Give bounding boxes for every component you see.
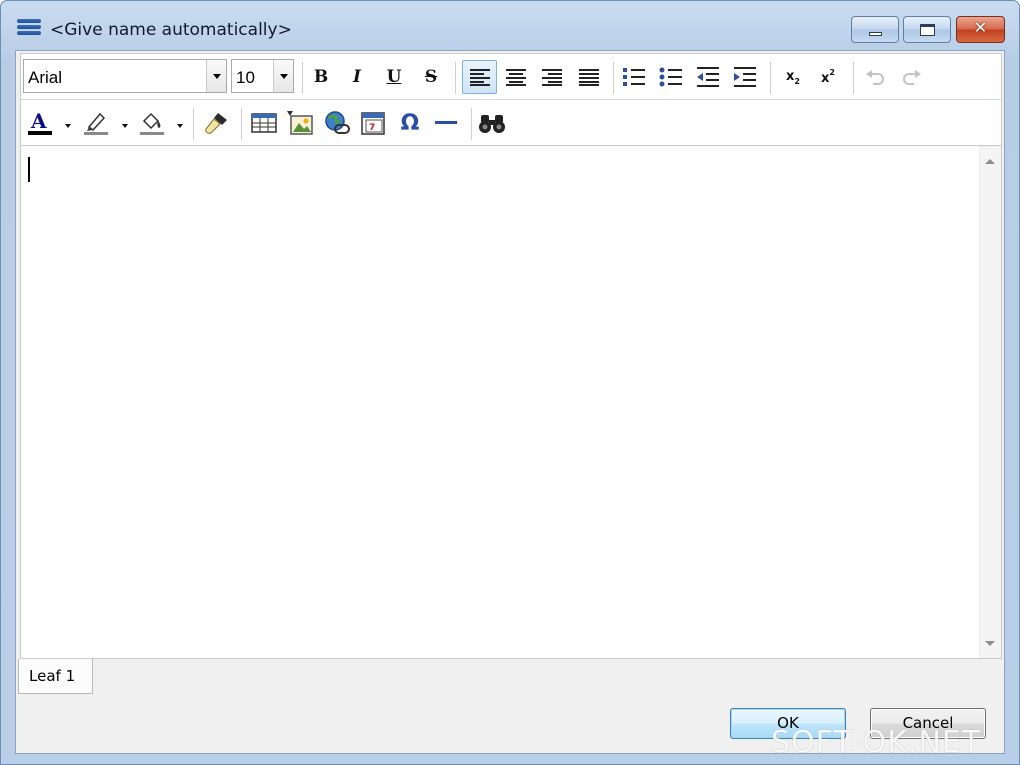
align-center-button[interactable] <box>501 62 531 92</box>
insert-horizontal-line-button[interactable] <box>431 108 461 138</box>
toolbar-separator <box>853 62 854 94</box>
align-left-button[interactable] <box>462 60 497 94</box>
date-icon: 7 <box>361 112 385 135</box>
insert-link-button[interactable] <box>322 108 352 138</box>
table-icon <box>251 113 277 133</box>
insert-special-character-button[interactable]: Ω <box>395 108 425 138</box>
align-left-icon <box>469 69 490 86</box>
bullet-list-icon <box>659 67 682 87</box>
scroll-down-icon[interactable] <box>985 641 995 646</box>
toolbar-separator <box>455 62 456 94</box>
title-bar[interactable]: <Give name automatically> ✕ <box>1 1 1019 45</box>
toolbar-separator <box>302 62 303 94</box>
text-cursor <box>28 157 30 182</box>
highlight-dropdown-icon[interactable] <box>122 124 128 128</box>
insert-date-button[interactable]: 7 <box>359 108 389 138</box>
underline-icon: U <box>386 67 402 87</box>
minimize-icon <box>869 32 882 36</box>
image-icon <box>287 111 313 135</box>
align-right-button[interactable] <box>537 62 567 92</box>
fill-color-button[interactable] <box>137 108 167 138</box>
bullet-list-button[interactable] <box>656 62 686 92</box>
subscript-index: 2 <box>794 76 800 86</box>
indent-icon <box>734 67 756 87</box>
toolbar-separator <box>193 108 194 140</box>
tab-leaf-1[interactable]: Leaf 1 <box>18 659 93 694</box>
superscript-button[interactable]: x2 <box>813 62 843 92</box>
maximize-button[interactable] <box>903 16 951 43</box>
fill-dropdown-icon[interactable] <box>177 124 183 128</box>
dialog-client-area: Arial 10 B I U S x2 x2 A 7 Ω Leaf 1 OK C… <box>15 50 1005 754</box>
strikethrough-icon: S <box>424 67 438 87</box>
font-color-button[interactable]: A <box>25 108 55 138</box>
font-size-value: 10 <box>236 68 255 87</box>
insert-table-button[interactable] <box>249 108 279 138</box>
font-color-icon: A <box>28 110 52 135</box>
toolbar-row-insert: A 7 Ω <box>21 100 1003 146</box>
scroll-up-icon[interactable] <box>985 159 995 164</box>
svg-text:A: A <box>30 110 47 133</box>
chevron-down-icon[interactable] <box>206 60 226 92</box>
font-size-select[interactable]: 10 <box>231 59 294 93</box>
subscript-button[interactable]: x2 <box>778 62 808 92</box>
watermark-text: SOFT-OK.NET <box>771 725 982 760</box>
toolbar-separator <box>471 108 472 140</box>
align-center-icon <box>506 69 526 86</box>
horizontal-line-icon <box>435 121 457 124</box>
outdent-icon <box>697 67 719 87</box>
decrease-indent-button[interactable] <box>693 62 723 92</box>
link-icon <box>325 111 350 134</box>
formatting-toolbar: Arial 10 B I U S x2 x2 A 7 Ω <box>20 53 1003 146</box>
undo-icon <box>866 70 884 85</box>
svg-text:7: 7 <box>369 123 375 133</box>
superscript-index: 2 <box>829 68 835 77</box>
close-icon: ✕ <box>973 18 988 37</box>
tab-label: Leaf 1 <box>29 667 76 685</box>
bold-button[interactable]: B <box>306 62 336 92</box>
strikethrough-button[interactable]: S <box>416 62 446 92</box>
close-button[interactable]: ✕ <box>956 16 1005 43</box>
toolbar-row-text-format: Arial 10 B I U S x2 x2 <box>21 54 1003 100</box>
italic-icon: I <box>353 67 361 87</box>
binoculars-icon <box>479 115 505 133</box>
editor-dialog-window: <Give name automatically> ✕ Arial 10 B I… <box>0 0 1020 765</box>
bold-icon: B <box>313 67 329 87</box>
undo-button[interactable] <box>860 62 890 92</box>
minimize-button[interactable] <box>851 16 899 43</box>
numbered-list-icon <box>623 68 645 86</box>
fill-icon <box>140 112 164 135</box>
insert-image-button[interactable] <box>285 108 315 138</box>
omega-icon: Ω <box>400 110 420 136</box>
app-menu-icon[interactable] <box>17 19 41 37</box>
vertical-scrollbar[interactable] <box>979 146 1001 658</box>
chevron-down-icon[interactable] <box>273 60 293 92</box>
window-title: <Give name automatically> <box>50 20 292 40</box>
format-painter-button[interactable] <box>201 108 231 138</box>
font-name-select[interactable]: Arial <box>23 59 227 93</box>
highlight-icon <box>84 112 108 135</box>
maximize-icon <box>920 24 935 36</box>
toolbar-separator <box>770 62 771 94</box>
increase-indent-button[interactable] <box>730 62 760 92</box>
text-editor-area[interactable] <box>20 145 1002 659</box>
numbered-list-button[interactable] <box>619 62 649 92</box>
italic-button[interactable]: I <box>342 62 372 92</box>
align-justify-button[interactable] <box>574 62 604 92</box>
toolbar-separator <box>613 62 614 94</box>
redo-icon <box>903 70 921 85</box>
font-name-value: Arial <box>28 68 63 87</box>
superscript-icon: x2 <box>821 68 835 86</box>
highlight-color-button[interactable] <box>81 108 111 138</box>
toolbar-separator <box>241 108 242 140</box>
align-justify-icon <box>579 69 599 86</box>
subscript-icon: x2 <box>786 69 800 86</box>
find-button[interactable] <box>477 108 507 138</box>
underline-button[interactable]: U <box>379 62 409 92</box>
align-right-icon <box>542 69 562 86</box>
redo-button[interactable] <box>897 62 927 92</box>
format-painter-icon <box>205 113 227 134</box>
font-color-dropdown-icon[interactable] <box>65 124 71 128</box>
